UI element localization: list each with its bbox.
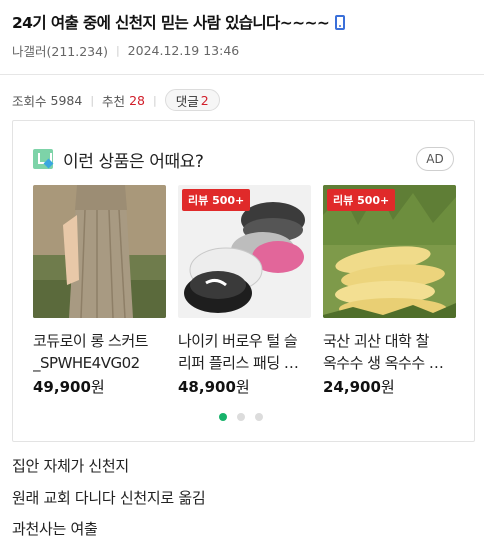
views-label: 조회수 bbox=[12, 93, 47, 109]
recommend-label: 추천 bbox=[102, 93, 126, 109]
product-name-line: _SPWHE4VG02 bbox=[33, 354, 140, 372]
stats-divider: | bbox=[152, 93, 157, 107]
price-unit: 원 bbox=[90, 378, 105, 396]
product-price: 48,900원 bbox=[178, 376, 314, 397]
product-name-line: 국산 괴산 대학 찰 bbox=[323, 332, 429, 350]
pagination-dot-active[interactable] bbox=[219, 413, 227, 421]
product-card[interactable]: 리뷰 500+ 나이키 버로우 털 슬 리퍼 플리스 패딩 … 48,900원 bbox=[178, 185, 314, 397]
product-name-line: 리퍼 플리스 패딩 … bbox=[178, 354, 299, 372]
header-divider bbox=[0, 74, 484, 75]
post-meta: 나갤러(211.234) | 2024.12.19 13:46 bbox=[12, 41, 239, 60]
price-unit: 원 bbox=[380, 378, 395, 396]
post-body-line: 과천사는 여출 bbox=[12, 520, 98, 538]
carousel-pagination bbox=[219, 413, 263, 421]
product-name[interactable]: 코듀로이 롱 스커트 _SPWHE4VG02 bbox=[33, 330, 169, 374]
pagination-dot[interactable] bbox=[237, 413, 245, 421]
review-badge: 리뷰 500+ bbox=[182, 189, 251, 211]
phone-icon bbox=[335, 14, 346, 30]
product-name-line: 옥수수 생 옥수수 … bbox=[323, 354, 444, 372]
product-image-corn[interactable]: 리뷰 500+ bbox=[323, 185, 456, 318]
comment-count-button[interactable]: 댓글 2 bbox=[164, 89, 220, 111]
price-unit: 원 bbox=[235, 378, 250, 396]
ad-title: 이런 상품은 어때요? bbox=[63, 151, 204, 172]
review-badge: 리뷰 500+ bbox=[327, 189, 396, 211]
stats-divider: | bbox=[90, 93, 95, 107]
shopping-logo-icon bbox=[33, 149, 53, 169]
ad-header: 이런 상품은 어때요? bbox=[33, 147, 204, 172]
product-name[interactable]: 국산 괴산 대학 찰 옥수수 생 옥수수 … bbox=[323, 330, 459, 374]
recommend-count: 28 bbox=[129, 92, 145, 108]
product-image-slipper[interactable]: 리뷰 500+ bbox=[178, 185, 311, 318]
post-body-line: 원래 교회 다니다 신천지로 옮김 bbox=[12, 489, 206, 507]
product-name-line: 나이키 버로우 털 슬 bbox=[178, 332, 298, 350]
price-value: 24,900 bbox=[323, 378, 381, 396]
post-date: 2024.12.19 13:46 bbox=[127, 43, 240, 58]
price-value: 49,900 bbox=[33, 378, 91, 396]
meta-divider: | bbox=[115, 44, 120, 57]
product-name[interactable]: 나이키 버로우 털 슬 리퍼 플리스 패딩 … bbox=[178, 330, 314, 374]
comments-label: 댓글 bbox=[175, 93, 199, 109]
pagination-dot[interactable] bbox=[255, 413, 263, 421]
ad-chip[interactable]: AD bbox=[416, 147, 454, 171]
product-price: 49,900원 bbox=[33, 376, 169, 397]
product-name-line: 코듀로이 롱 스커트 bbox=[33, 332, 148, 350]
post-title-row: 24기 여출 중에 신천지 믿는 사람 있습니다~~~~ bbox=[12, 10, 474, 34]
author-name[interactable]: 나갤러(211.234) bbox=[12, 41, 108, 60]
product-carousel: 코듀로이 롱 스커트 _SPWHE4VG02 49,900원 리뷰 500+ 나… bbox=[33, 185, 463, 405]
product-image-skirt[interactable] bbox=[33, 185, 166, 318]
product-price: 24,900원 bbox=[323, 376, 459, 397]
skirt-photo bbox=[33, 185, 166, 318]
views-count: 5984 bbox=[50, 92, 83, 108]
product-card[interactable]: 코듀로이 롱 스커트 _SPWHE4VG02 49,900원 bbox=[33, 185, 169, 397]
product-card[interactable]: 리뷰 500+ 국산 괴산 대학 찰 옥수수 생 옥수수 … 24,900원 bbox=[323, 185, 459, 397]
post-body-line: 집안 자체가 신천지 bbox=[12, 457, 129, 475]
post-title: 24기 여출 중에 신천지 믿는 사람 있습니다~~~~ bbox=[12, 14, 330, 32]
product-ad-box: 이런 상품은 어때요? AD 코듀로이 롱 스커트 _SPWHE4VG02 49… bbox=[12, 120, 475, 442]
price-value: 48,900 bbox=[178, 378, 236, 396]
post-stats: 조회수 5984 | 추천 28 | 댓글 2 bbox=[12, 89, 220, 111]
comments-count: 2 bbox=[200, 92, 209, 108]
